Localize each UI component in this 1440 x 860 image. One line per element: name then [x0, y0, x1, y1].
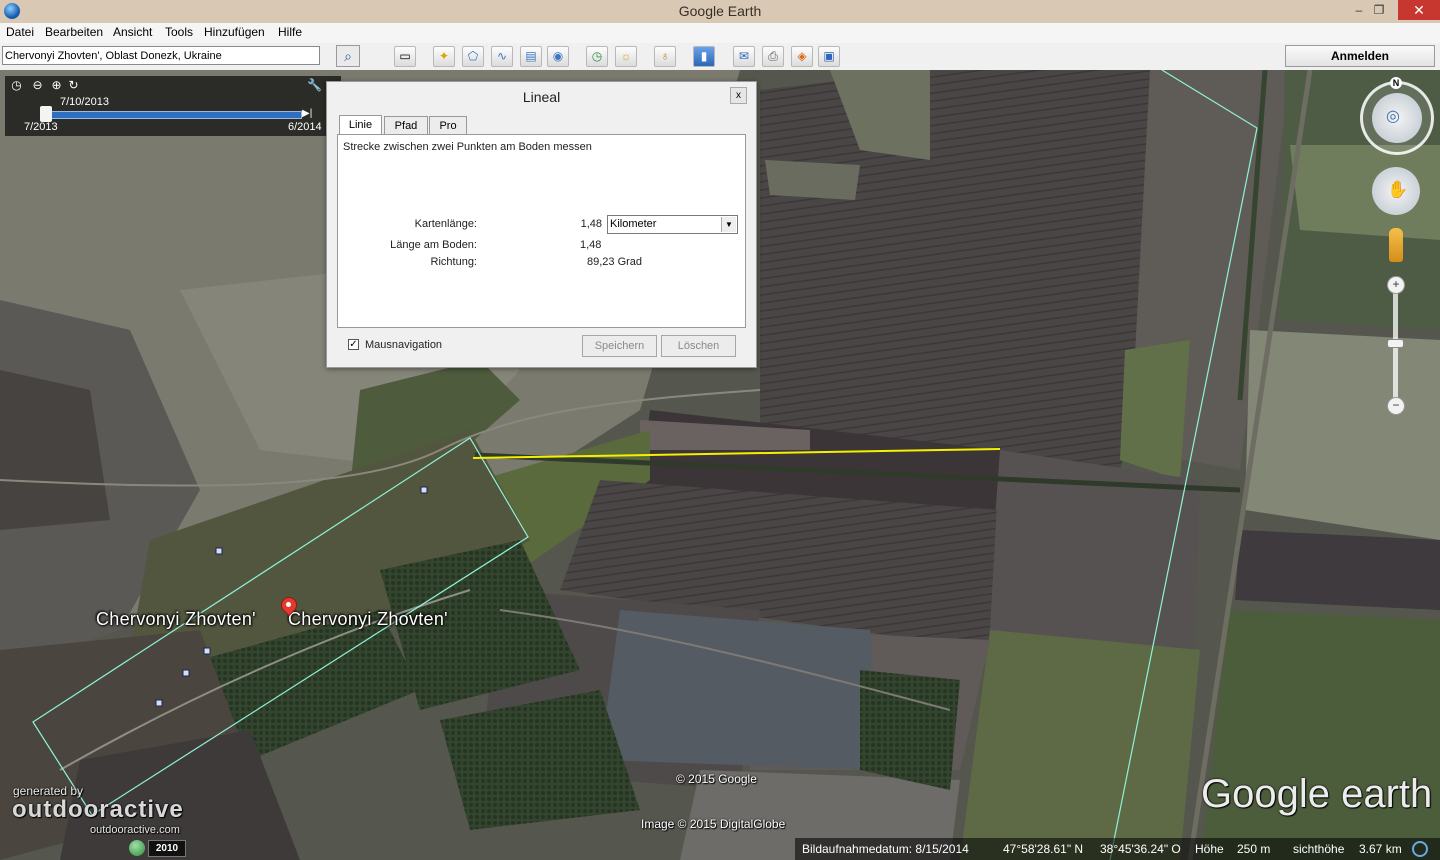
menu-ansicht[interactable]: Ansicht [113, 25, 152, 39]
menu-tools[interactable]: Tools [165, 25, 193, 39]
zoom-out-time-icon[interactable]: ⊖ [31, 79, 44, 92]
zoom-in-button[interactable]: + [1387, 276, 1405, 294]
streaming-status-icon [1412, 841, 1428, 857]
elevation-label: Höhe [1195, 842, 1224, 856]
tab-pfad[interactable]: Pfad [384, 116, 428, 135]
eye-altitude-label: sichthöhe [1293, 842, 1345, 856]
street-view-pegman-icon[interactable] [1389, 228, 1403, 262]
heading-label: Richtung: [430, 256, 477, 268]
historical-imagery-icon[interactable]: ◷ [586, 46, 608, 67]
ground-length-label: Länge am Boden: [390, 239, 477, 251]
save-button[interactable]: Speichern [582, 335, 657, 357]
toolbar: ⌕ ▭ ✦ ⬠ ∿ ▤ ◉ ◷ ☼ ♁ ▮ ✉ ⎙ ◈ ▣ Anmelden [0, 43, 1440, 71]
map-length-label: Kartenlänge: [414, 218, 477, 230]
login-button[interactable]: Anmelden [1285, 45, 1435, 67]
copyright-google: © 2015 Google [676, 772, 757, 786]
title-bar: Google Earth – ❐ ✕ [0, 0, 1440, 23]
refresh-time-icon[interactable]: ↻ [67, 79, 80, 92]
latitude: 47°58'28.61" N [1003, 842, 1084, 856]
tab-pro[interactable]: Pro [429, 116, 467, 135]
save-image-icon[interactable]: ▣ [818, 46, 840, 67]
email-icon[interactable]: ✉ [733, 46, 755, 67]
menu-hilfe[interactable]: Hilfe [278, 25, 302, 39]
search-icon: ⌕ [344, 48, 352, 64]
search-input[interactable] [2, 46, 320, 65]
tour-icon[interactable]: ◉ [547, 46, 569, 67]
mouse-nav-label: Mausnavigation [365, 339, 443, 351]
maps-icon[interactable]: ◈ [791, 46, 813, 67]
placemark-pin-dot [286, 602, 291, 607]
polygon-icon[interactable]: ⬠ [462, 46, 484, 67]
google-earth-logo: Google earth [1201, 772, 1433, 816]
time-start: 7/2013 [24, 121, 58, 133]
elevation-value: 250 m [1237, 842, 1271, 856]
sidebar-toggle-icon[interactable]: ▭ [394, 46, 416, 67]
placemark-label-right[interactable]: Chervonyi Zhovten' [288, 609, 448, 630]
year-badge: 2010 [148, 840, 186, 857]
imagery-date: Bildaufnahmedatum: 8/15/2014 [802, 842, 969, 856]
ruler-icon[interactable]: ▮ [693, 46, 715, 67]
time-thumb[interactable] [40, 106, 52, 122]
time-current: 7/10/2013 [60, 96, 109, 108]
ruler-title: Lineal [522, 89, 561, 105]
ground-length-value: 1,48 [580, 239, 602, 251]
historical-globe-icon[interactable] [129, 840, 145, 856]
planets-icon[interactable]: ♁ [654, 46, 676, 67]
maximize-button[interactable]: ❐ [1366, 0, 1392, 20]
placemark-label-left[interactable]: Chervonyi Zhovten' [96, 609, 256, 630]
outdooractive-logo: outdooractive [12, 796, 184, 823]
eye-icon: ◎ [1386, 108, 1400, 125]
ruler-dialog: Lineal x Linie Pfad Pro Strecke zwischen… [326, 81, 757, 368]
heading-value: 89,23 Grad [587, 256, 643, 268]
wrench-icon[interactable]: 🔧 [307, 79, 322, 92]
ruler-description: Strecke zwischen zwei Punkten am Boden m… [343, 141, 592, 153]
unit-select-value: Kilometer [610, 218, 657, 230]
time-end-arrow-icon[interactable]: ▶| [302, 108, 312, 119]
clock-icon[interactable]: ◷ [10, 79, 23, 92]
time-track[interactable] [42, 111, 302, 119]
ruler-close-button[interactable]: x [730, 87, 747, 104]
window-title: Google Earth [678, 3, 762, 19]
close-button[interactable]: ✕ [1398, 0, 1440, 20]
path-icon[interactable]: ∿ [491, 46, 513, 67]
menu-bar: Datei Bearbeiten Ansicht Tools Hinzufüge… [0, 23, 1440, 43]
image-overlay-icon[interactable]: ▤ [520, 46, 542, 67]
chevron-down-icon: ▼ [721, 217, 736, 232]
unit-select[interactable]: Kilometer ▼ [607, 215, 738, 234]
clear-button[interactable]: Löschen [661, 335, 736, 357]
eye-altitude-value: 3.67 km [1359, 842, 1402, 856]
print-icon[interactable]: ⎙ [762, 46, 784, 67]
north-indicator[interactable]: N [1390, 77, 1402, 89]
hand-icon: ✋ [1387, 180, 1409, 199]
zoom-slider-thumb[interactable] [1387, 339, 1404, 348]
menu-hinzufuegen[interactable]: Hinzufügen [204, 25, 265, 39]
tab-linie[interactable]: Linie [339, 115, 382, 135]
time-end: 6/2014 [288, 121, 322, 133]
outdooractive-url: outdooractive.com [90, 824, 180, 836]
search-button[interactable]: ⌕ [336, 45, 360, 67]
map-length-value: 1,48 [580, 218, 602, 230]
menu-bearbeiten[interactable]: Bearbeiten [45, 25, 103, 39]
menu-datei[interactable]: Datei [6, 25, 34, 39]
mouse-nav-checkbox[interactable]: ✓ [348, 339, 359, 350]
copyright-imagery: Image © 2015 DigitalGlobe [641, 817, 786, 831]
zoom-in-time-icon[interactable]: ⊕ [50, 79, 63, 92]
sunlight-icon[interactable]: ☼ [615, 46, 637, 67]
zoom-out-button[interactable]: − [1387, 397, 1405, 415]
placemark-icon[interactable]: ✦ [433, 46, 455, 67]
longitude: 38°45'36.24" O [1100, 842, 1181, 856]
